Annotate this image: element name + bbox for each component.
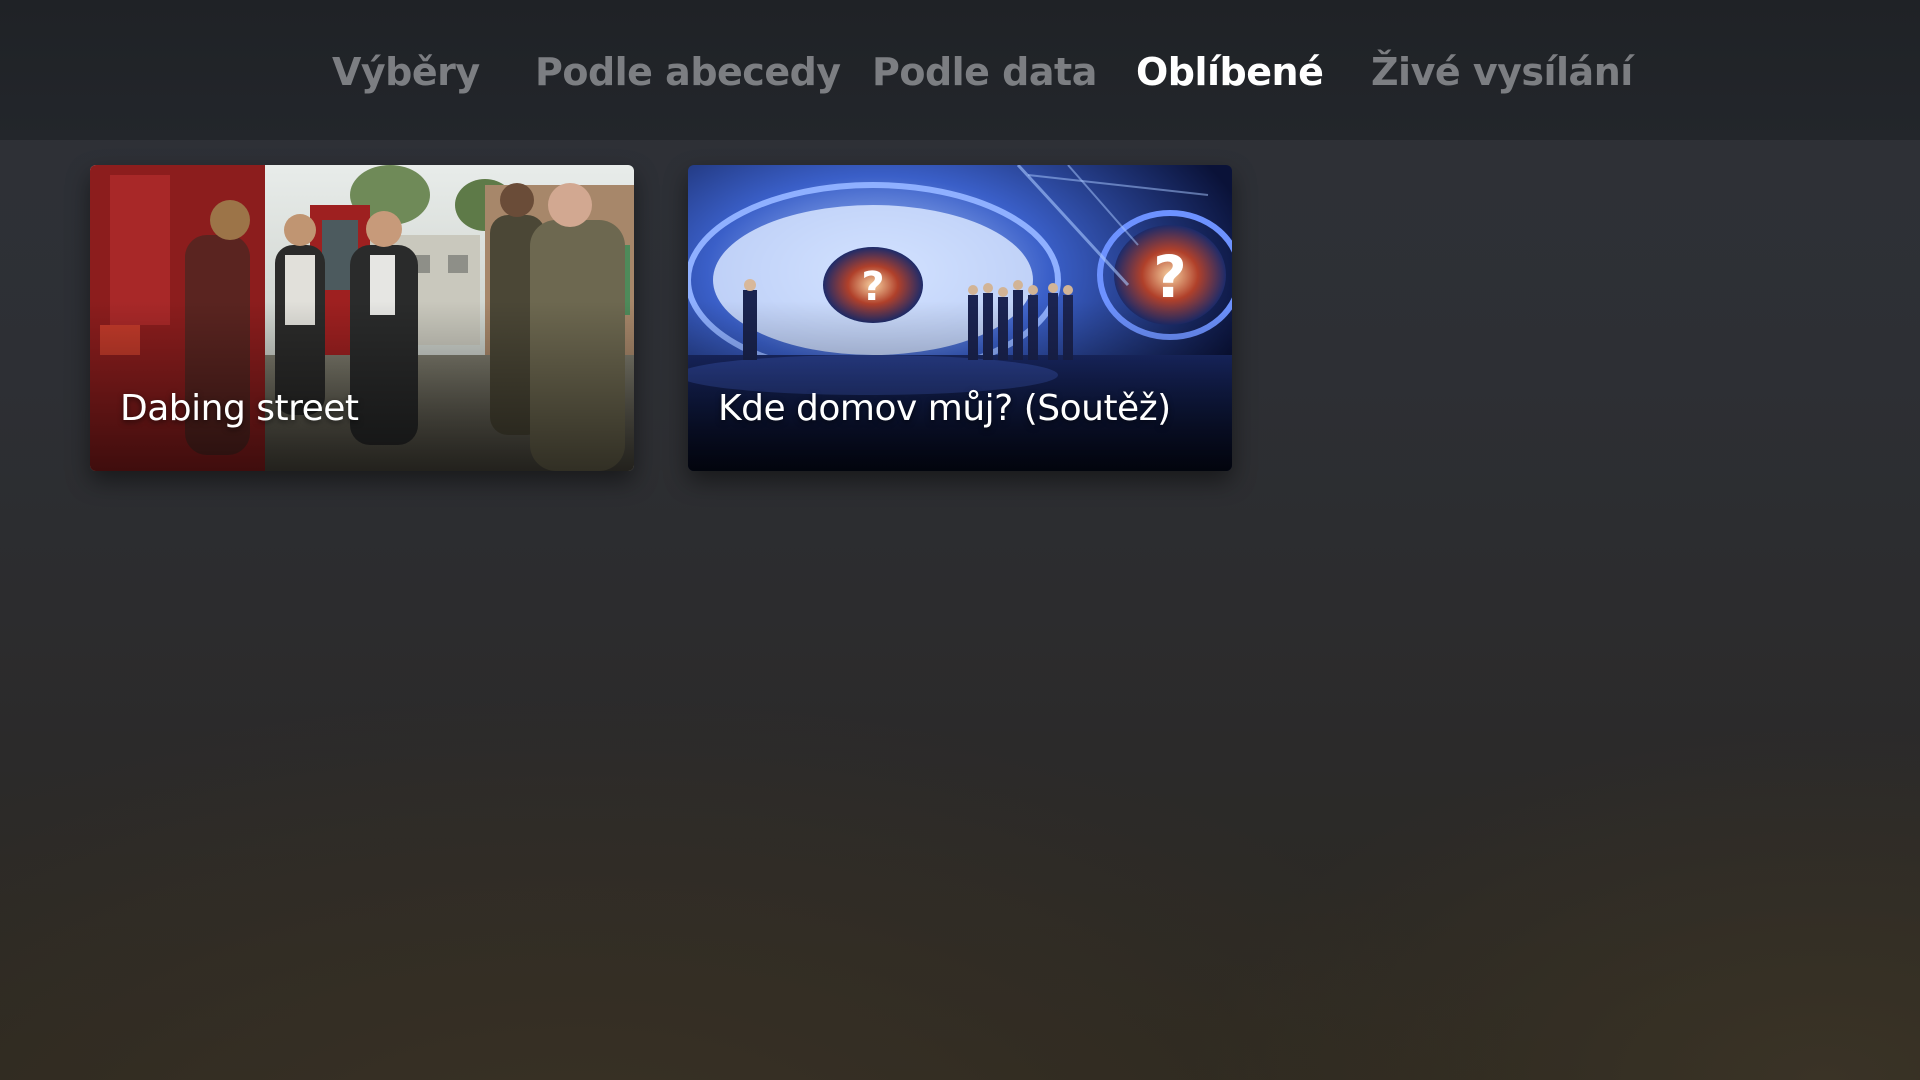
card-title: Dabing street [120, 388, 359, 429]
tab-podle-data[interactable]: Podle data [872, 44, 1097, 100]
favorite-card-kde-domov-muj[interactable]: ? ? Kde domov můj? (Soutěž) [688, 165, 1232, 471]
top-navigation-bar: Výběry Podle abecedy Podle data Oblíbené… [0, 0, 1920, 140]
card-title: Kde domov můj? (Soutěž) [718, 388, 1171, 429]
tab-oblibene[interactable]: Oblíbené [1136, 44, 1324, 100]
favorite-card-dabing-street[interactable]: Dabing street [90, 165, 634, 471]
tab-bar: Výběry Podle abecedy Podle data Oblíbené… [0, 44, 1920, 100]
title-gradient [688, 301, 1232, 471]
title-gradient [90, 301, 634, 471]
tab-podle-abecedy[interactable]: Podle abecedy [535, 44, 841, 100]
tab-vybery[interactable]: Výběry [332, 44, 480, 100]
tab-zive-vysilani[interactable]: Živé vysílání [1371, 44, 1633, 100]
